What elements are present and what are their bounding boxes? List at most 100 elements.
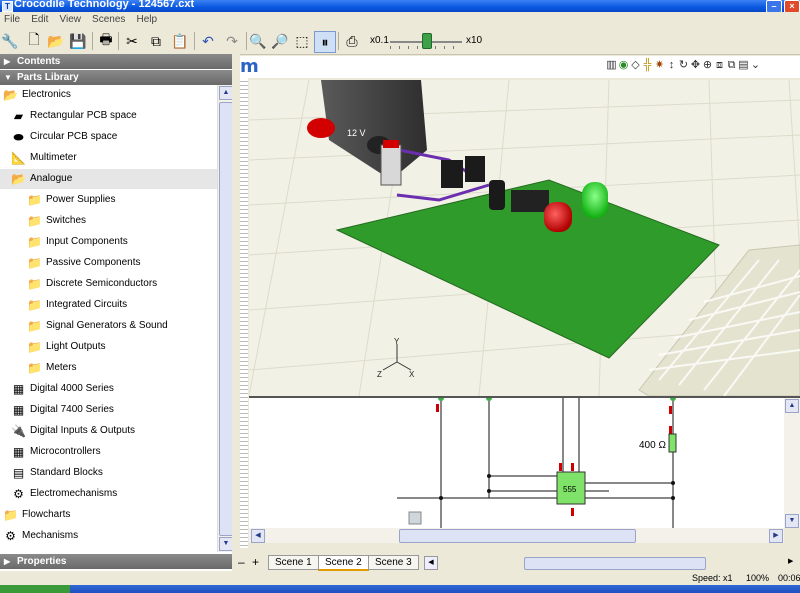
battery-terminal-red[interactable]: [307, 118, 335, 138]
tree-item[interactable]: 📁 Flowcharts: [0, 505, 217, 525]
schematic-hscroll-thumb[interactable]: [399, 529, 636, 543]
menu-scenes[interactable]: Scenes: [88, 12, 129, 28]
parts-library-panel-header[interactable]: ▼ Parts Library: [0, 70, 232, 85]
scene-tab-prev[interactable]: ◀: [424, 556, 438, 570]
tree-item[interactable]: 📁 Integrated Circuits: [0, 295, 217, 315]
switch-block-1[interactable]: [441, 160, 463, 188]
tree-item[interactable]: 📁 Light Outputs: [0, 337, 217, 357]
zoom-out-icon[interactable]: 🔎: [270, 31, 290, 51]
switch-block-2[interactable]: [465, 156, 485, 182]
cut-icon[interactable]: ✂: [122, 31, 142, 51]
cube-top-icon[interactable]: ▤: [738, 59, 749, 72]
remove-scene-button[interactable]: –: [238, 555, 245, 569]
print-icon[interactable]: 🖶: [96, 31, 116, 51]
globe-icon[interactable]: ◉: [618, 59, 629, 72]
red-led[interactable]: [544, 202, 572, 232]
collapsed-arrow-icon: ▶: [4, 557, 11, 566]
contents-panel-header[interactable]: ▶ Contents: [0, 54, 232, 69]
eraser-icon[interactable]: ◇: [630, 59, 641, 72]
3d-view[interactable]: 12 V Y X Z: [249, 80, 800, 396]
folder-icon: 📁: [27, 298, 42, 312]
tree-item[interactable]: ▦ Microcontrollers: [0, 442, 217, 462]
scene-tab[interactable]: Scene 1: [268, 555, 319, 570]
schematic-scroll-up[interactable]: ▲: [785, 399, 799, 413]
undo-icon[interactable]: ↶: [198, 31, 218, 51]
push-switch[interactable]: [380, 144, 402, 186]
tree-item-label: Passive Components: [46, 257, 141, 268]
cube-icon[interactable]: ⧈: [714, 59, 725, 72]
tree-item[interactable]: ▤ Standard Blocks: [0, 463, 217, 483]
tree-item[interactable]: 📁 Power Supplies: [0, 190, 217, 210]
tree-item[interactable]: ▰ Rectangular PCB space: [0, 106, 217, 126]
close-button[interactable]: ×: [784, 0, 800, 12]
vertical-splitter[interactable]: [232, 54, 240, 554]
schematic-scroll-left[interactable]: ◀: [251, 529, 265, 543]
tree-item[interactable]: 📁 Discrete Semiconductors: [0, 274, 217, 294]
menu-help[interactable]: Help: [132, 12, 161, 28]
scene-scroll-thumb[interactable]: [524, 557, 706, 570]
wrench-icon[interactable]: 🔧: [0, 31, 20, 51]
tree-item[interactable]: ⬬ Circular PCB space: [0, 127, 217, 147]
tree-item[interactable]: 📁Programs: [0, 547, 217, 552]
schematic-vertical-scrollbar[interactable]: ▲ ▼: [784, 398, 800, 528]
fit-icon[interactable]: ⬚: [292, 31, 312, 51]
pause-icon[interactable]: ⏸: [314, 31, 336, 53]
tree-item[interactable]: 📁 Switches: [0, 211, 217, 231]
save-icon[interactable]: 💾: [68, 31, 88, 51]
tree-item[interactable]: ⚙ Electromechanisms: [0, 484, 217, 504]
grid-icon[interactable]: ╬: [642, 59, 653, 72]
move-icon[interactable]: ✥: [690, 59, 701, 72]
tree-item[interactable]: 🔌 Digital Inputs & Outputs: [0, 421, 217, 441]
menu-file[interactable]: File: [0, 12, 24, 28]
tree-item[interactable]: 📁 Signal Generators & Sound: [0, 316, 217, 336]
tree-item[interactable]: 📂 Electronics: [0, 85, 217, 105]
capture-icon[interactable]: ⎙: [342, 31, 362, 51]
schematic-view[interactable]: 555 400 Ω: [249, 398, 784, 528]
scroll-thumb[interactable]: [219, 102, 233, 536]
cube-front-icon[interactable]: ⧉: [726, 59, 737, 72]
tree-item[interactable]: 📁 Input Components: [0, 232, 217, 252]
tree-item[interactable]: 📁 Passive Components: [0, 253, 217, 273]
scroll-up-button[interactable]: ▲: [219, 86, 233, 100]
scroll-down-button[interactable]: ▼: [219, 537, 233, 551]
more-chevron-icon[interactable]: ⌄: [750, 59, 761, 72]
open-icon[interactable]: 📂: [46, 31, 66, 51]
zoom-in-icon[interactable]: 🔍: [248, 31, 268, 51]
redo-icon[interactable]: ↷: [222, 31, 242, 51]
tree-item[interactable]: ⚙ Mechanisms: [0, 526, 217, 546]
battery[interactable]: [321, 80, 427, 180]
capacitor[interactable]: [489, 180, 505, 210]
minimize-button[interactable]: –: [766, 0, 782, 12]
properties-panel-header[interactable]: ▶ Properties: [0, 554, 232, 569]
switch-symbol[interactable]: [408, 511, 422, 525]
paste-icon[interactable]: 📋: [170, 31, 190, 51]
zoom-view-icon[interactable]: ⊕: [702, 59, 713, 72]
tree-item[interactable]: 📁 Meters: [0, 358, 217, 378]
menu-view[interactable]: View: [55, 12, 85, 28]
parts-tree-scrollbar[interactable]: ▲ ▼: [217, 85, 233, 552]
resistor-symbol[interactable]: [668, 433, 677, 453]
menu-edit[interactable]: Edit: [27, 12, 52, 28]
start-button[interactable]: [0, 585, 70, 593]
view-mode-icon[interactable]: ▥: [606, 59, 617, 72]
ic-chip-3d[interactable]: [511, 190, 549, 212]
schematic-horizontal-scrollbar[interactable]: ◀ ▶: [249, 528, 784, 543]
tree-item[interactable]: 📐 Multimeter: [0, 148, 217, 168]
tree-item[interactable]: 📂 Analogue: [0, 169, 217, 189]
scene-tab[interactable]: Scene 2: [318, 555, 369, 571]
copy-icon[interactable]: ⧉: [146, 31, 166, 51]
tree-item[interactable]: ▦ Digital 4000 Series: [0, 379, 217, 399]
new-icon[interactable]: 🗋: [24, 31, 44, 51]
schematic-scroll-right[interactable]: ▶: [769, 529, 783, 543]
scene-tab-next[interactable]: ▶: [788, 556, 798, 568]
tree-item[interactable]: ▦ Digital 7400 Series: [0, 400, 217, 420]
green-led[interactable]: [582, 182, 608, 218]
time-status: 00:06: [778, 573, 800, 583]
rotate-icon[interactable]: ↻: [678, 59, 689, 72]
scene-tab[interactable]: Scene 3: [368, 555, 419, 570]
zoom-slider-thumb[interactable]: [422, 33, 432, 49]
explode-icon[interactable]: ✷: [654, 59, 665, 72]
schematic-scroll-down[interactable]: ▼: [785, 514, 799, 528]
add-scene-button[interactable]: +: [252, 555, 259, 569]
vertical-move-icon[interactable]: ↕: [666, 59, 677, 72]
